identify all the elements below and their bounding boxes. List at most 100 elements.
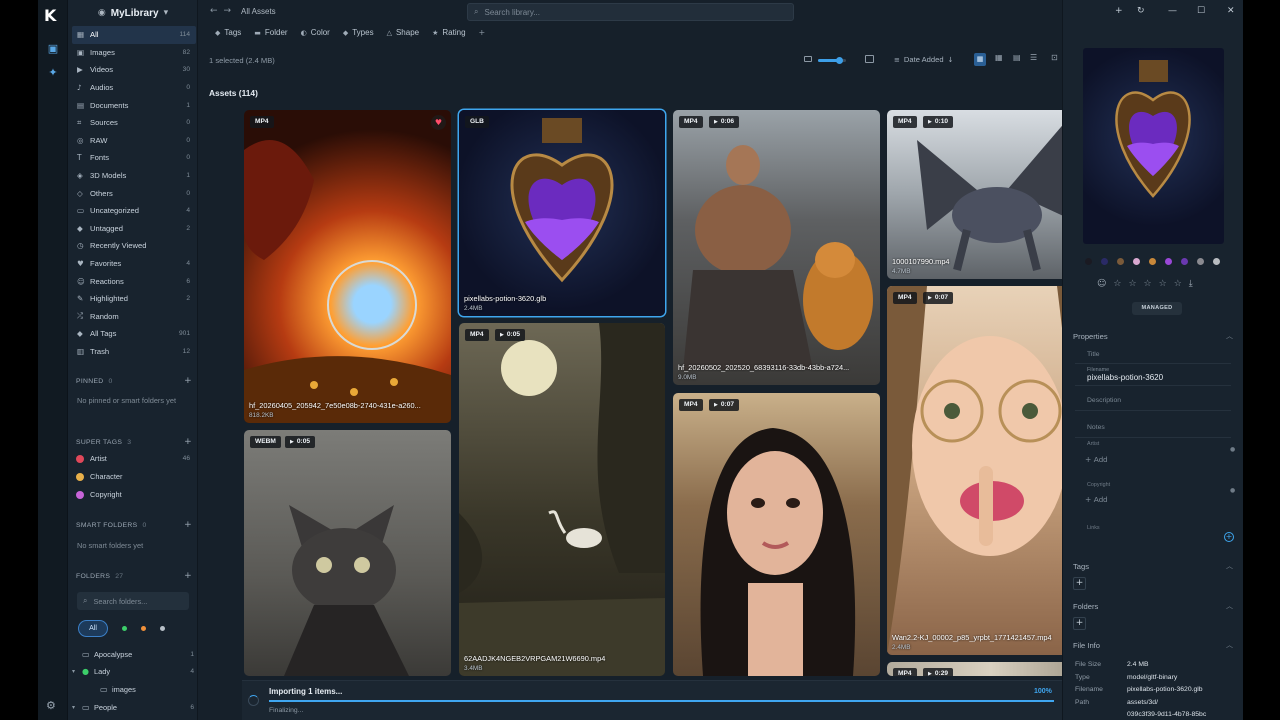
folder-item[interactable]: ▭ Apocalypse 1 xyxy=(72,646,194,662)
file-info-header[interactable]: File Info ︿ xyxy=(1073,640,1233,650)
title-field[interactable]: Title xyxy=(1075,348,1231,364)
description-field[interactable]: Description xyxy=(1075,393,1231,411)
folder-search-input[interactable]: ⌕ Search folders... xyxy=(77,592,189,610)
asset-card[interactable]: MP4 ▶ 0:05 62AADJK4NGEB2VRPGAM21W6690.mp4 3.… xyxy=(459,323,665,676)
thumbnail-size-slider[interactable] xyxy=(818,57,846,64)
folder-color-dot[interactable] xyxy=(122,625,127,631)
sort-dropdown[interactable]: ≡ Date Added ↓ xyxy=(894,55,953,64)
favorite-heart-icon[interactable]: ♥ xyxy=(431,115,446,130)
add-tag-button[interactable]: + xyxy=(1073,577,1086,590)
filter-folder[interactable]: ▬ Folder xyxy=(254,28,287,37)
sidebar-item-random[interactable]: ⤮ Random xyxy=(72,308,196,326)
forward-icon[interactable]: → xyxy=(224,6,238,16)
filter-shape[interactable]: △ Shape xyxy=(387,28,420,37)
notes-field[interactable]: Notes xyxy=(1075,420,1231,438)
sidebar-item-reactions[interactable]: ☺ Reactions 6 xyxy=(72,272,196,290)
sidebar-item-recently-viewed[interactable]: ◷ Recently Viewed xyxy=(72,237,196,255)
sidebar-item-3d-models[interactable]: ◈ 3D Models 1 xyxy=(72,167,196,185)
super-tag-copyright[interactable]: Copyright xyxy=(76,490,190,499)
folder-item[interactable]: ▭ images xyxy=(72,681,194,697)
sidebar-item-sources[interactable]: ⌗ Sources 0 xyxy=(72,114,196,132)
sidebar-item-trash[interactable]: ▥ Trash 12 xyxy=(72,343,196,361)
focus-icon[interactable]: ⊡ xyxy=(1051,53,1058,62)
sidebar-item-fonts[interactable]: T Fonts 0 xyxy=(72,149,196,167)
add-folder-button[interactable]: + xyxy=(1073,617,1086,630)
filter-tags[interactable]: ◆ Tags xyxy=(215,28,241,37)
sidebar-item-others[interactable]: ◇ Others 0 xyxy=(72,184,196,202)
sidebar-item-documents[interactable]: ▤ Documents 1 xyxy=(72,96,196,114)
folder-filter-all[interactable]: All xyxy=(78,619,108,637)
add-artist-button[interactable]: + Add xyxy=(1085,455,1107,464)
library-icon[interactable]: ▣ xyxy=(46,42,60,56)
star-icon[interactable]: ☆ xyxy=(1128,279,1136,289)
add-folder-icon[interactable]: + xyxy=(184,571,192,581)
color-swatch[interactable] xyxy=(1213,258,1220,265)
asset-card[interactable]: WEBM ▶ 0:05 xyxy=(244,430,451,676)
asset-card[interactable]: MP4 ▶ 0:06 hf_20260502_202520_68393116-33db… xyxy=(673,110,880,385)
add-filter-icon[interactable]: + xyxy=(479,28,486,37)
tags-header[interactable]: Tags ︿ xyxy=(1073,561,1233,571)
sidebar-item-raw[interactable]: ◎ RAW 0 xyxy=(72,132,196,150)
sidebar-item-uncategorized[interactable]: ▭ Uncategorized 4 xyxy=(72,202,196,220)
color-swatch[interactable] xyxy=(1165,258,1172,265)
sidebar-item-audios[interactable]: ♪ Audios 0 xyxy=(72,79,196,97)
close-window-icon[interactable]: ✕ xyxy=(1227,6,1235,16)
folder-item[interactable]: ▾ ● Lady 4 xyxy=(72,663,194,679)
star-icon[interactable]: ☆ xyxy=(1159,279,1167,289)
color-swatch[interactable] xyxy=(1133,258,1140,265)
filename-field[interactable]: Filename pixellabs-potion-3620 xyxy=(1075,366,1231,386)
super-tag-character[interactable]: Character xyxy=(76,472,190,481)
filter-rating[interactable]: ★ Rating xyxy=(432,28,465,37)
star-icon[interactable]: ☆ xyxy=(1144,279,1152,289)
color-swatch[interactable] xyxy=(1149,258,1156,265)
star-icon[interactable]: ☆ xyxy=(1174,279,1182,289)
sidebar-item-favorites[interactable]: ♥ Favorites 4 xyxy=(72,255,196,273)
chevron-down-icon[interactable]: ▾ xyxy=(72,704,82,711)
slider-knob[interactable] xyxy=(836,57,844,64)
color-swatch[interactable] xyxy=(1117,258,1124,265)
color-swatch[interactable] xyxy=(1101,258,1108,265)
folder-item[interactable]: ▾ ▭ People 6 xyxy=(72,699,194,715)
add-copyright-button[interactable]: + Add xyxy=(1085,495,1107,504)
refresh-icon[interactable]: ↻ xyxy=(1137,6,1145,16)
add-super-tag-icon[interactable]: + xyxy=(184,437,192,447)
sparkle-icon[interactable]: ✦ xyxy=(46,66,60,80)
sidebar-item-highlighted[interactable]: ✎ Highlighted 2 xyxy=(72,290,196,308)
library-switcher[interactable]: ◉ MyLibrary ▾ xyxy=(68,0,198,26)
sidebar-item-all-tags[interactable]: ◆ All Tags 901 xyxy=(72,325,196,343)
add-smart-folder-icon[interactable]: + xyxy=(184,520,192,530)
sidebar-item-images[interactable]: ▣ Images 82 xyxy=(72,44,196,62)
asset-card[interactable]: MP4 ▶ 0:07 xyxy=(673,393,880,676)
sidebar-item-videos[interactable]: ▶ Videos 30 xyxy=(72,61,196,79)
list-view-icon[interactable]: ☰ xyxy=(1030,53,1037,62)
asset-card[interactable]: MP4 ♥ hf_20260405_205942_7e50e08b-2740-431… xyxy=(244,110,451,423)
folder-color-dot[interactable] xyxy=(141,625,146,631)
add-icon[interactable]: + xyxy=(1115,6,1123,16)
color-swatch[interactable] xyxy=(1181,258,1188,265)
add-link-icon[interactable]: + xyxy=(1224,532,1234,542)
reaction-icon[interactable]: ☺ xyxy=(1097,279,1106,289)
maximize-icon[interactable]: ☐ xyxy=(1197,6,1205,16)
super-tag-artist[interactable]: Artist 46 xyxy=(76,454,190,463)
sidebar-item-all[interactable]: ▦ All 114 xyxy=(72,26,196,44)
minimize-icon[interactable]: — xyxy=(1168,6,1177,16)
back-icon[interactable]: ← xyxy=(210,6,224,16)
folder-color-dot[interactable] xyxy=(160,625,165,631)
filter-types[interactable]: ◆ Types xyxy=(343,28,374,37)
folders-header-right[interactable]: Folders ︿ xyxy=(1073,601,1233,611)
asset-card[interactable]: GLB pixellabs-potion-3620.glb 2.4MB xyxy=(459,110,665,316)
sidebar-item-untagged[interactable]: ◆ Untagged 2 xyxy=(72,220,196,238)
filter-color[interactable]: ◐ Color xyxy=(301,28,330,37)
color-swatch[interactable] xyxy=(1085,258,1092,265)
star-icon[interactable]: ☆ xyxy=(1113,279,1121,289)
compact-grid-icon[interactable]: ▤ xyxy=(1013,53,1021,62)
chevron-down-icon[interactable]: ▾ xyxy=(72,668,82,675)
add-pinned-icon[interactable]: + xyxy=(184,376,192,386)
download-icon[interactable]: ⤓ xyxy=(1189,279,1193,289)
grid-view-icon[interactable]: ▦ xyxy=(995,53,1003,62)
properties-header[interactable]: Properties ︿ xyxy=(1073,331,1233,341)
settings-icon[interactable]: ⚙ xyxy=(46,699,56,712)
masonry-view-icon[interactable]: ▦ xyxy=(974,53,986,66)
library-search-input[interactable]: ⌕ Search library... xyxy=(467,3,794,21)
color-swatch[interactable] xyxy=(1197,258,1204,265)
